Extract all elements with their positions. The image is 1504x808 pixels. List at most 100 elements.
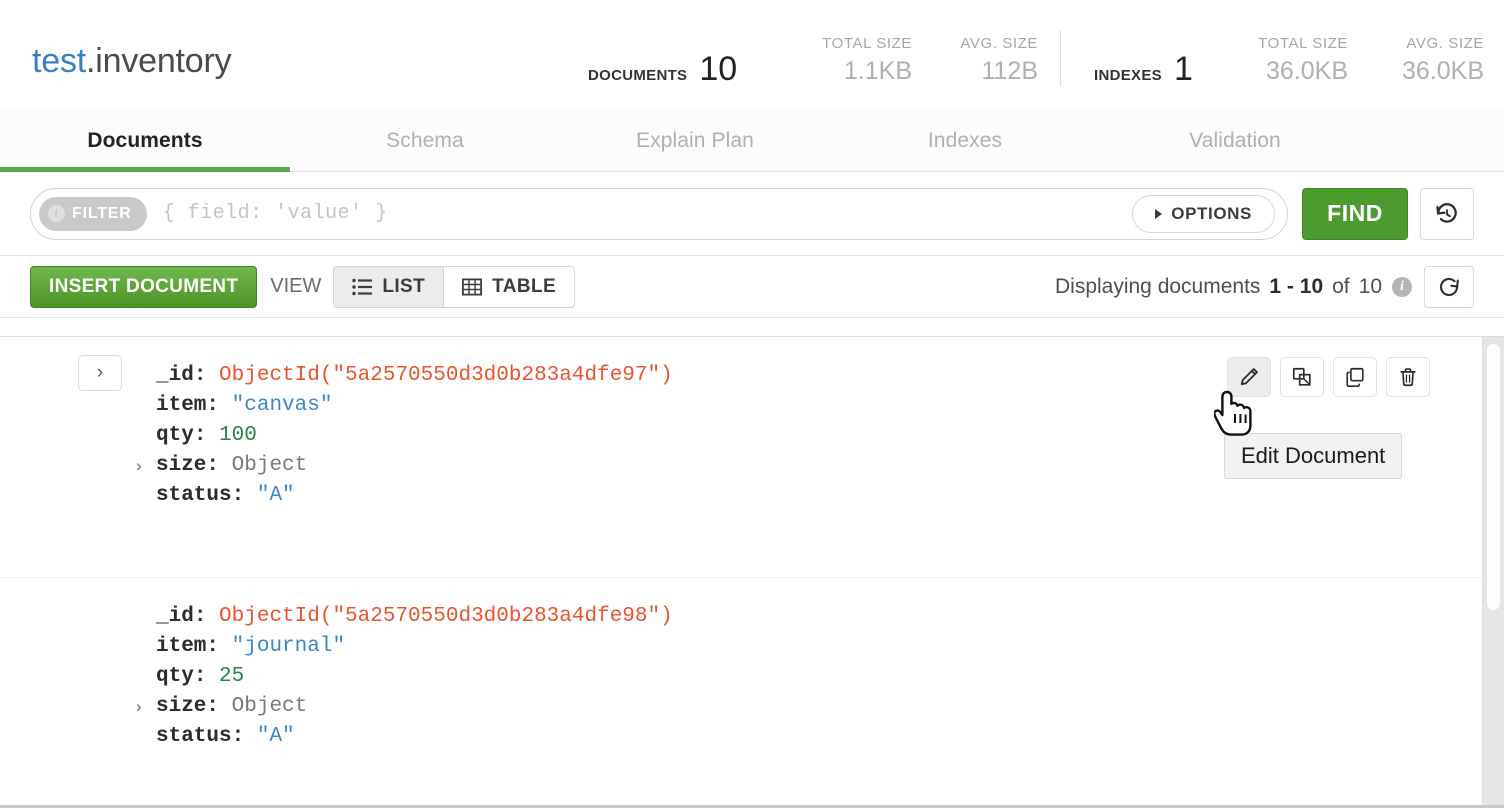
field-value: "A": [257, 484, 295, 507]
documents-toolbar: INSERT DOCUMENT VIEW LIST: [0, 256, 1504, 318]
indexes-stat: INDEXES 1: [1094, 55, 1193, 84]
filter-badge[interactable]: i FILTER: [39, 197, 147, 231]
view-label: VIEW: [270, 275, 321, 298]
indexes-total-size: TOTAL SIZE 36.0KB: [1220, 35, 1348, 84]
clone-icon: [1291, 366, 1313, 388]
displaying-prefix: Displaying documents: [1055, 275, 1260, 299]
options-button[interactable]: OPTIONS: [1132, 195, 1275, 233]
tab-schema-label: Schema: [386, 129, 464, 153]
indexes-avg-size-label: AVG. SIZE: [1356, 35, 1484, 52]
chevron-right-icon[interactable]: ›: [136, 451, 142, 481]
documents-total-size: TOTAL SIZE 1.1KB: [792, 35, 912, 84]
view-mode-list-button[interactable]: LIST: [333, 266, 444, 308]
page-title: test.inventory: [32, 42, 231, 81]
list-icon: [352, 278, 372, 296]
chevron-right-icon[interactable]: ›: [136, 692, 142, 722]
document-field: _id: ObjectId("5a2570550d3d0b283a4dfe98"…: [156, 602, 1504, 632]
documents-stat: DOCUMENTS 10: [588, 55, 737, 84]
field-key: qty: [156, 424, 194, 447]
field-key: _id: [156, 605, 194, 628]
copy-icon: [1344, 366, 1366, 388]
documents-total-size-label: TOTAL SIZE: [792, 35, 912, 52]
triangle-right-icon: [1155, 209, 1162, 219]
field-value: "journal": [232, 635, 345, 658]
field-value: "canvas": [232, 394, 333, 417]
documents-total-size-value: 1.1KB: [792, 59, 912, 84]
field-value: Object: [232, 454, 308, 477]
tab-validation-label: Validation: [1189, 129, 1281, 153]
view-mode-table-button[interactable]: TABLE: [444, 266, 575, 308]
tab-explain-plan-label: Explain Plan: [636, 129, 754, 153]
field-value: 25: [219, 665, 244, 688]
document-field: › size: Object: [156, 692, 1504, 722]
documents-avg-size-value: 112B: [918, 59, 1038, 84]
trash-icon: [1397, 366, 1419, 388]
field-key: _id: [156, 364, 194, 387]
field-value: ObjectId("5a2570550d3d0b283a4dfe97"): [219, 364, 673, 387]
namespace-database: test: [32, 42, 86, 80]
info-icon[interactable]: i: [1392, 277, 1412, 297]
collection-tabbar: Documents Schema Explain Plan Indexes Va…: [0, 110, 1504, 172]
displaying-range: 1 - 10: [1269, 275, 1323, 299]
view-mode-table-label: TABLE: [492, 276, 556, 298]
reset-query-button[interactable]: [1420, 188, 1474, 240]
indexes-avg-size: AVG. SIZE 36.0KB: [1356, 35, 1484, 84]
document-field: status: "A": [156, 481, 1504, 511]
pencil-icon: [1238, 366, 1260, 388]
displaying-total: 10: [1359, 275, 1382, 299]
indexes-total-size-value: 36.0KB: [1220, 59, 1348, 84]
copy-document-button[interactable]: [1333, 357, 1377, 397]
indexes-avg-size-value: 36.0KB: [1356, 59, 1484, 84]
document-field: item: "journal": [156, 632, 1504, 662]
field-key: qty: [156, 665, 194, 688]
compass-collection-window: test.inventory DOCUMENTS 10 TOTAL SIZE 1…: [0, 0, 1504, 808]
field-key: item: [156, 635, 206, 658]
tab-explain-plan[interactable]: Explain Plan: [560, 110, 830, 171]
displaying-mid: of: [1332, 275, 1350, 299]
refresh-documents-button[interactable]: [1424, 266, 1474, 308]
query-bar: i FILTER { field: 'value' } OPTIONS FIND: [0, 172, 1504, 256]
namespace-collection: inventory: [95, 42, 231, 80]
delete-document-button[interactable]: [1386, 357, 1430, 397]
document-field: status: "A": [156, 722, 1504, 752]
tab-documents[interactable]: Documents: [0, 110, 290, 171]
chevron-right-icon: ›: [97, 362, 103, 384]
documents-avg-size: AVG. SIZE 112B: [918, 35, 1038, 84]
options-button-label: OPTIONS: [1171, 204, 1252, 224]
scrollbar-thumb[interactable]: [1486, 343, 1501, 611]
collection-header: test.inventory DOCUMENTS 10 TOTAL SIZE 1…: [0, 0, 1504, 110]
insert-document-label: INSERT DOCUMENT: [49, 276, 238, 298]
clone-document-button[interactable]: [1280, 357, 1324, 397]
filter-input[interactable]: { field: 'value' }: [163, 202, 1133, 225]
tab-validation[interactable]: Validation: [1100, 110, 1370, 171]
documents-stat-value: 10: [699, 55, 737, 84]
displaying-documents-status: Displaying documents 1 - 10 of 10 i: [1055, 266, 1474, 308]
view-mode-list-label: LIST: [382, 276, 425, 298]
find-button[interactable]: FIND: [1302, 188, 1408, 240]
document-list-scrollbar[interactable]: [1482, 337, 1504, 808]
documents-stat-label: DOCUMENTS: [588, 67, 687, 84]
expand-document-button[interactable]: ›: [78, 355, 122, 391]
view-mode-toggle: LIST TABLE: [333, 266, 575, 308]
document-list[interactable]: › _id: ObjectId("5a2570550d3d0b283a4dfe9…: [0, 336, 1504, 808]
field-value: 100: [219, 424, 257, 447]
document-item: _id: ObjectId("5a2570550d3d0b283a4dfe98"…: [0, 577, 1504, 808]
info-icon: i: [48, 205, 65, 222]
indexes-stat-value: 1: [1174, 55, 1193, 84]
tab-schema[interactable]: Schema: [290, 110, 560, 171]
tab-indexes-label: Indexes: [928, 129, 1002, 153]
namespace-separator: .: [86, 42, 95, 80]
tab-indexes[interactable]: Indexes: [830, 110, 1100, 171]
field-value: ObjectId("5a2570550d3d0b283a4dfe98"): [219, 605, 673, 628]
filter-badge-label: FILTER: [72, 205, 132, 223]
table-grid-icon: [462, 278, 482, 296]
field-key: status: [156, 484, 232, 507]
field-value: "A": [257, 725, 295, 748]
history-reset-icon: [1434, 201, 1460, 227]
filter-input-container[interactable]: i FILTER { field: 'value' } OPTIONS: [30, 188, 1288, 240]
insert-document-button[interactable]: INSERT DOCUMENT: [30, 266, 257, 308]
documents-avg-size-label: AVG. SIZE: [918, 35, 1038, 52]
stats-divider: [1060, 30, 1061, 86]
tab-documents-label: Documents: [87, 129, 202, 153]
tab-list: Documents Schema Explain Plan Indexes Va…: [0, 110, 1504, 171]
